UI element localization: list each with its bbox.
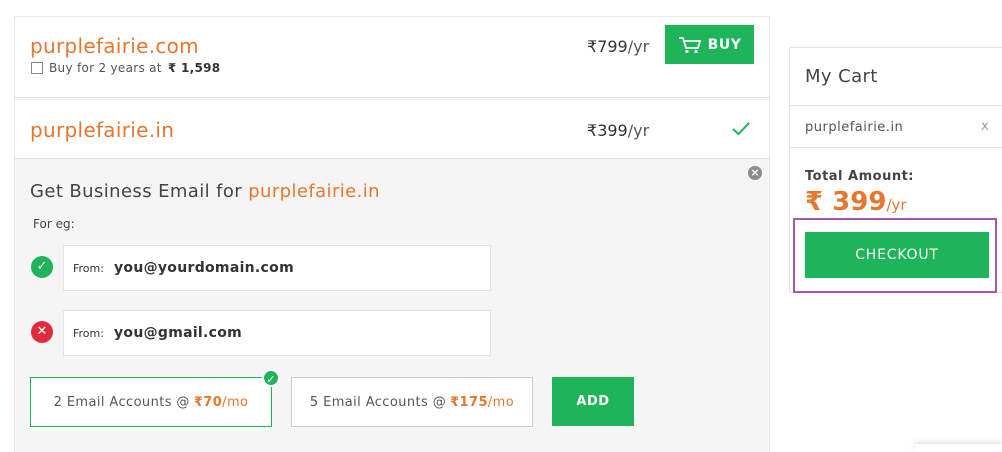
plan-unit: /mo [487, 394, 515, 410]
domain-row-in: purplefairie.in ₹399/yr × Get Business E… [14, 99, 770, 452]
from-label: From: [73, 326, 104, 340]
plan-5-accounts[interactable]: 5 Email Accounts @ ₹175/mo [291, 377, 533, 427]
cart-item-name: purplefairie.in [805, 120, 904, 135]
rupee-symbol: ₹ [193, 394, 204, 410]
example-label: For eg: [33, 217, 75, 231]
from-label: From: [73, 261, 104, 275]
example-address: you@yourdomain.com [113, 260, 294, 276]
selected-check-icon: ✓ [262, 369, 280, 387]
rupee-symbol: ₹ [587, 121, 598, 140]
floating-widget-edge [915, 444, 1002, 452]
title-domain: purplefairie.in [248, 181, 380, 202]
example-invalid-box: From: you@gmail.com [63, 310, 491, 356]
rupee-symbol: ₹ [167, 61, 177, 75]
divider [790, 147, 1002, 148]
total-label: Total Amount: [805, 169, 915, 184]
buy-button[interactable]: BUY [665, 25, 754, 64]
total-value: 399 [832, 187, 887, 217]
price-unit: /yr [627, 37, 650, 56]
cross-circle-icon: ✕ [31, 321, 53, 343]
plan-price: ₹70/mo [194, 395, 249, 410]
domain-name: purplefairie.com [30, 34, 199, 58]
rupee-symbol: ₹ [805, 187, 824, 217]
example-address: you@gmail.com [113, 325, 243, 341]
price-unit: /yr [627, 121, 650, 140]
cart-icon [678, 36, 701, 53]
plan-text: 2 Email Accounts @ [53, 394, 190, 410]
two-year-option[interactable]: Buy for 2 years at ₹ 1,598 [31, 61, 220, 75]
total-unit: /yr [886, 196, 907, 214]
domain-price: ₹399/yr [587, 121, 649, 140]
buy-label: BUY [707, 36, 742, 53]
two-year-text: Buy for 2 years at [49, 61, 162, 75]
close-icon[interactable]: × [748, 166, 762, 180]
price-value: 399 [597, 121, 628, 140]
remove-item-button[interactable]: x [981, 119, 989, 134]
page: purplefairie.com ₹799/yr BUY Buy for 2 y… [0, 0, 1002, 452]
plan-2-accounts[interactable]: 2 Email Accounts @ ₹70/mo ✓ [30, 369, 280, 427]
domain-price: ₹799/yr [587, 37, 649, 56]
rupee-symbol: ₹ [587, 37, 598, 56]
business-email-panel: × Get Business Email for purplefairie.in… [15, 158, 769, 452]
cart-title: My Cart [805, 66, 878, 87]
check-icon [732, 122, 750, 136]
business-email-title: Get Business Email for purplefairie.in [30, 181, 380, 202]
plan-price: ₹175/mo [450, 395, 514, 410]
divider [790, 105, 1002, 106]
plan-unit: /mo [222, 394, 249, 410]
example-valid-box: From: you@yourdomain.com [63, 245, 491, 291]
checkout-highlight: CHECKOUT [793, 218, 997, 293]
plan-price-value: 175 [459, 394, 488, 410]
price-value: 799 [597, 37, 628, 56]
two-year-checkbox[interactable] [31, 62, 43, 74]
title-prefix: Get Business Email for [30, 181, 243, 202]
checkout-button[interactable]: CHECKOUT [805, 232, 989, 278]
plan-text: 5 Email Accounts @ [309, 394, 447, 410]
domain-row-com: purplefairie.com ₹799/yr BUY Buy for 2 y… [14, 16, 770, 98]
rupee-symbol: ₹ [450, 394, 460, 410]
total-amount: ₹ 399/yr [805, 187, 907, 217]
check-circle-icon: ✓ [31, 256, 53, 278]
add-button[interactable]: ADD [552, 377, 634, 426]
domain-name: purplefairie.in [30, 118, 175, 142]
two-year-price: 1,598 [180, 61, 221, 75]
plan-price-value: 70 [203, 394, 223, 410]
